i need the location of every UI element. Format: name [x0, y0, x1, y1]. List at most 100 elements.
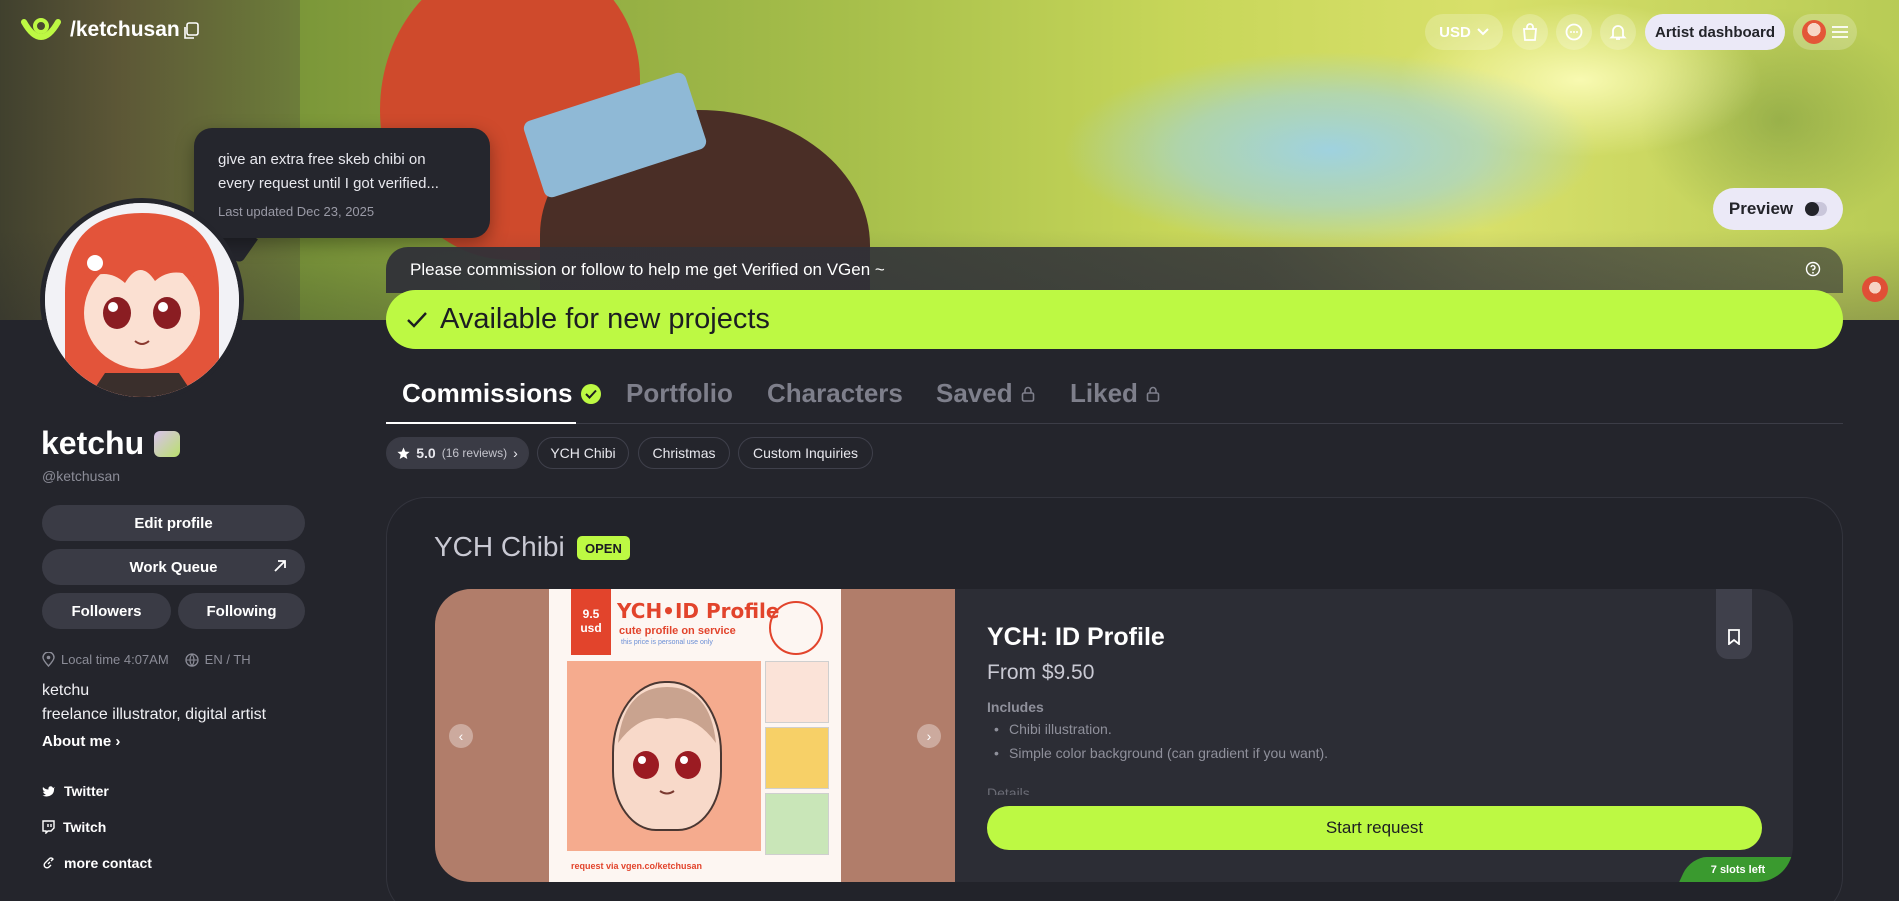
notifications-button[interactable]: [1600, 14, 1636, 50]
lock-icon: [1146, 386, 1160, 402]
preview-toggle-button[interactable]: Preview: [1713, 188, 1843, 230]
avatar: [1802, 20, 1826, 44]
followers-button[interactable]: Followers: [42, 593, 171, 629]
tab-liked[interactable]: Liked: [1070, 378, 1160, 409]
shopping-bag-icon: [1523, 23, 1537, 41]
messages-button[interactable]: [1556, 14, 1592, 50]
currency-label: USD: [1439, 23, 1471, 41]
availability-text: Available for new projects: [440, 303, 770, 335]
active-tab-underline: [386, 422, 576, 424]
more-contact-label: more contact: [64, 855, 152, 871]
art-stamp: [769, 601, 823, 655]
list-item: Chibi illustration.: [987, 717, 1328, 741]
external-arrow-icon: [274, 560, 286, 572]
twitter-label: Twitter: [64, 783, 109, 799]
tab-characters-label: Characters: [767, 378, 903, 408]
includes-label: Includes: [987, 699, 1044, 715]
filter-chip-christmas[interactable]: Christmas: [638, 437, 730, 469]
currency-selector[interactable]: USD: [1425, 14, 1503, 50]
copy-icon[interactable]: [183, 22, 199, 40]
location-pin-icon: [42, 652, 55, 667]
chevron-right-icon: ›: [115, 733, 121, 750]
bell-icon: [1609, 25, 1627, 40]
art-price-unit: usd: [580, 621, 602, 635]
floating-avatar-icon[interactable]: [1862, 276, 1888, 302]
twitch-link[interactable]: Twitch: [42, 819, 106, 835]
art-chibi-face: [612, 681, 722, 831]
rating-value: 5.0: [416, 445, 436, 461]
chat-icon: [1565, 23, 1583, 41]
check-icon: [407, 311, 427, 328]
verified-check-icon: [580, 383, 601, 404]
gallery-next-button[interactable]: ›: [917, 724, 941, 748]
star-icon: [397, 447, 410, 459]
work-queue-button[interactable]: Work Queue: [42, 549, 305, 585]
preview-switch[interactable]: [1805, 202, 1828, 216]
account-menu-button[interactable]: [1793, 14, 1857, 50]
start-request-button[interactable]: Start request: [987, 806, 1762, 850]
tab-portfolio-label: Portfolio: [626, 378, 733, 408]
bookmark-icon: [1728, 629, 1740, 645]
art-thumbnail-3: [765, 793, 829, 855]
display-name: ketchu: [41, 425, 181, 462]
profile-avatar[interactable]: [40, 198, 244, 402]
more-contact-link[interactable]: more contact: [42, 855, 152, 871]
bio-line-1: ketchu: [42, 682, 90, 699]
tab-saved-label: Saved: [936, 378, 1013, 408]
menu-icon: [1832, 26, 1848, 38]
cart-button[interactable]: [1512, 14, 1548, 50]
twitter-icon: [42, 786, 55, 797]
twitch-icon: [42, 820, 55, 834]
profile-meta: Local time 4:07AM EN / TH: [42, 652, 251, 667]
about-me-link[interactable]: About me ›: [42, 733, 120, 750]
profile-tabs: Commissions Portfolio Characters Saved L…: [386, 378, 1843, 424]
work-queue-label: Work Queue: [129, 558, 218, 576]
display-name-text: ketchu: [41, 425, 145, 461]
filter-chip-custom-inquiries[interactable]: Custom Inquiries: [738, 437, 873, 469]
tab-commissions[interactable]: Commissions: [402, 378, 601, 409]
avatar-illustration: [45, 203, 239, 397]
gallery-prev-button[interactable]: ‹: [449, 724, 473, 748]
art-main-example: [567, 661, 761, 851]
artist-dashboard-button[interactable]: Artist dashboard: [1645, 14, 1785, 50]
commission-offer-card[interactable]: 9.5 usd YCH•ID Profile cute profile on s…: [435, 589, 1793, 882]
preview-label: Preview: [1728, 199, 1794, 218]
announcement-banner: Please commission or follow to help me g…: [386, 247, 1843, 293]
art-thumbnail-2: [765, 727, 829, 789]
status-badge: OPEN: [577, 536, 630, 560]
reviews-chip[interactable]: 5.0 (16 reviews) ›: [386, 437, 529, 469]
bookmark-button[interactable]: [1716, 589, 1752, 659]
vgen-logo-icon[interactable]: [20, 12, 62, 48]
following-button[interactable]: Following: [178, 593, 305, 629]
art-footer: request via vgen.co/ketchusan: [571, 861, 703, 871]
edit-profile-button[interactable]: Edit profile: [42, 505, 305, 541]
slots-left-badge: 7 slots left: [1679, 857, 1793, 882]
status-bubble[interactable]: give an extra free skeb chibi on every r…: [194, 128, 490, 238]
art-subtitle: cute profile on service: [619, 625, 736, 637]
includes-list: Chibi illustration. Simple color backgro…: [987, 717, 1328, 765]
art-chibi-features: [618, 687, 716, 795]
lock-icon: [1021, 386, 1034, 402]
tab-portfolio[interactable]: Portfolio: [626, 378, 733, 409]
twitter-link[interactable]: Twitter: [42, 783, 109, 799]
twitch-label: Twitch: [63, 819, 107, 835]
art-price-value: 9.5: [582, 607, 600, 621]
chevron-right-icon: ›: [513, 445, 518, 461]
chevron-right-icon: ›: [926, 728, 932, 744]
tab-saved[interactable]: Saved: [936, 378, 1035, 409]
help-icon[interactable]: [1805, 261, 1821, 277]
status-text: give an extra free skeb chibi on every r…: [218, 151, 439, 192]
list-item: Simple color background (can gradient if…: [987, 741, 1328, 765]
username: @ketchusan: [42, 468, 121, 484]
about-me-label: About me: [42, 733, 112, 750]
offer-image-gallery[interactable]: 9.5 usd YCH•ID Profile cute profile on s…: [435, 589, 955, 882]
art-note: this price is personal use only: [621, 639, 713, 646]
tab-commissions-label: Commissions: [402, 378, 573, 408]
review-count: (16 reviews): [441, 446, 508, 460]
chevron-left-icon: ‹: [458, 728, 464, 744]
commission-section-title: YCH Chibi: [434, 531, 565, 562]
status-updated-date: Last updated Dec 23, 2025: [218, 204, 375, 219]
filter-chip-ych-chibi[interactable]: YCH Chibi: [537, 437, 629, 469]
availability-banner: Available for new projects: [386, 290, 1843, 349]
tab-characters[interactable]: Characters: [767, 378, 903, 409]
